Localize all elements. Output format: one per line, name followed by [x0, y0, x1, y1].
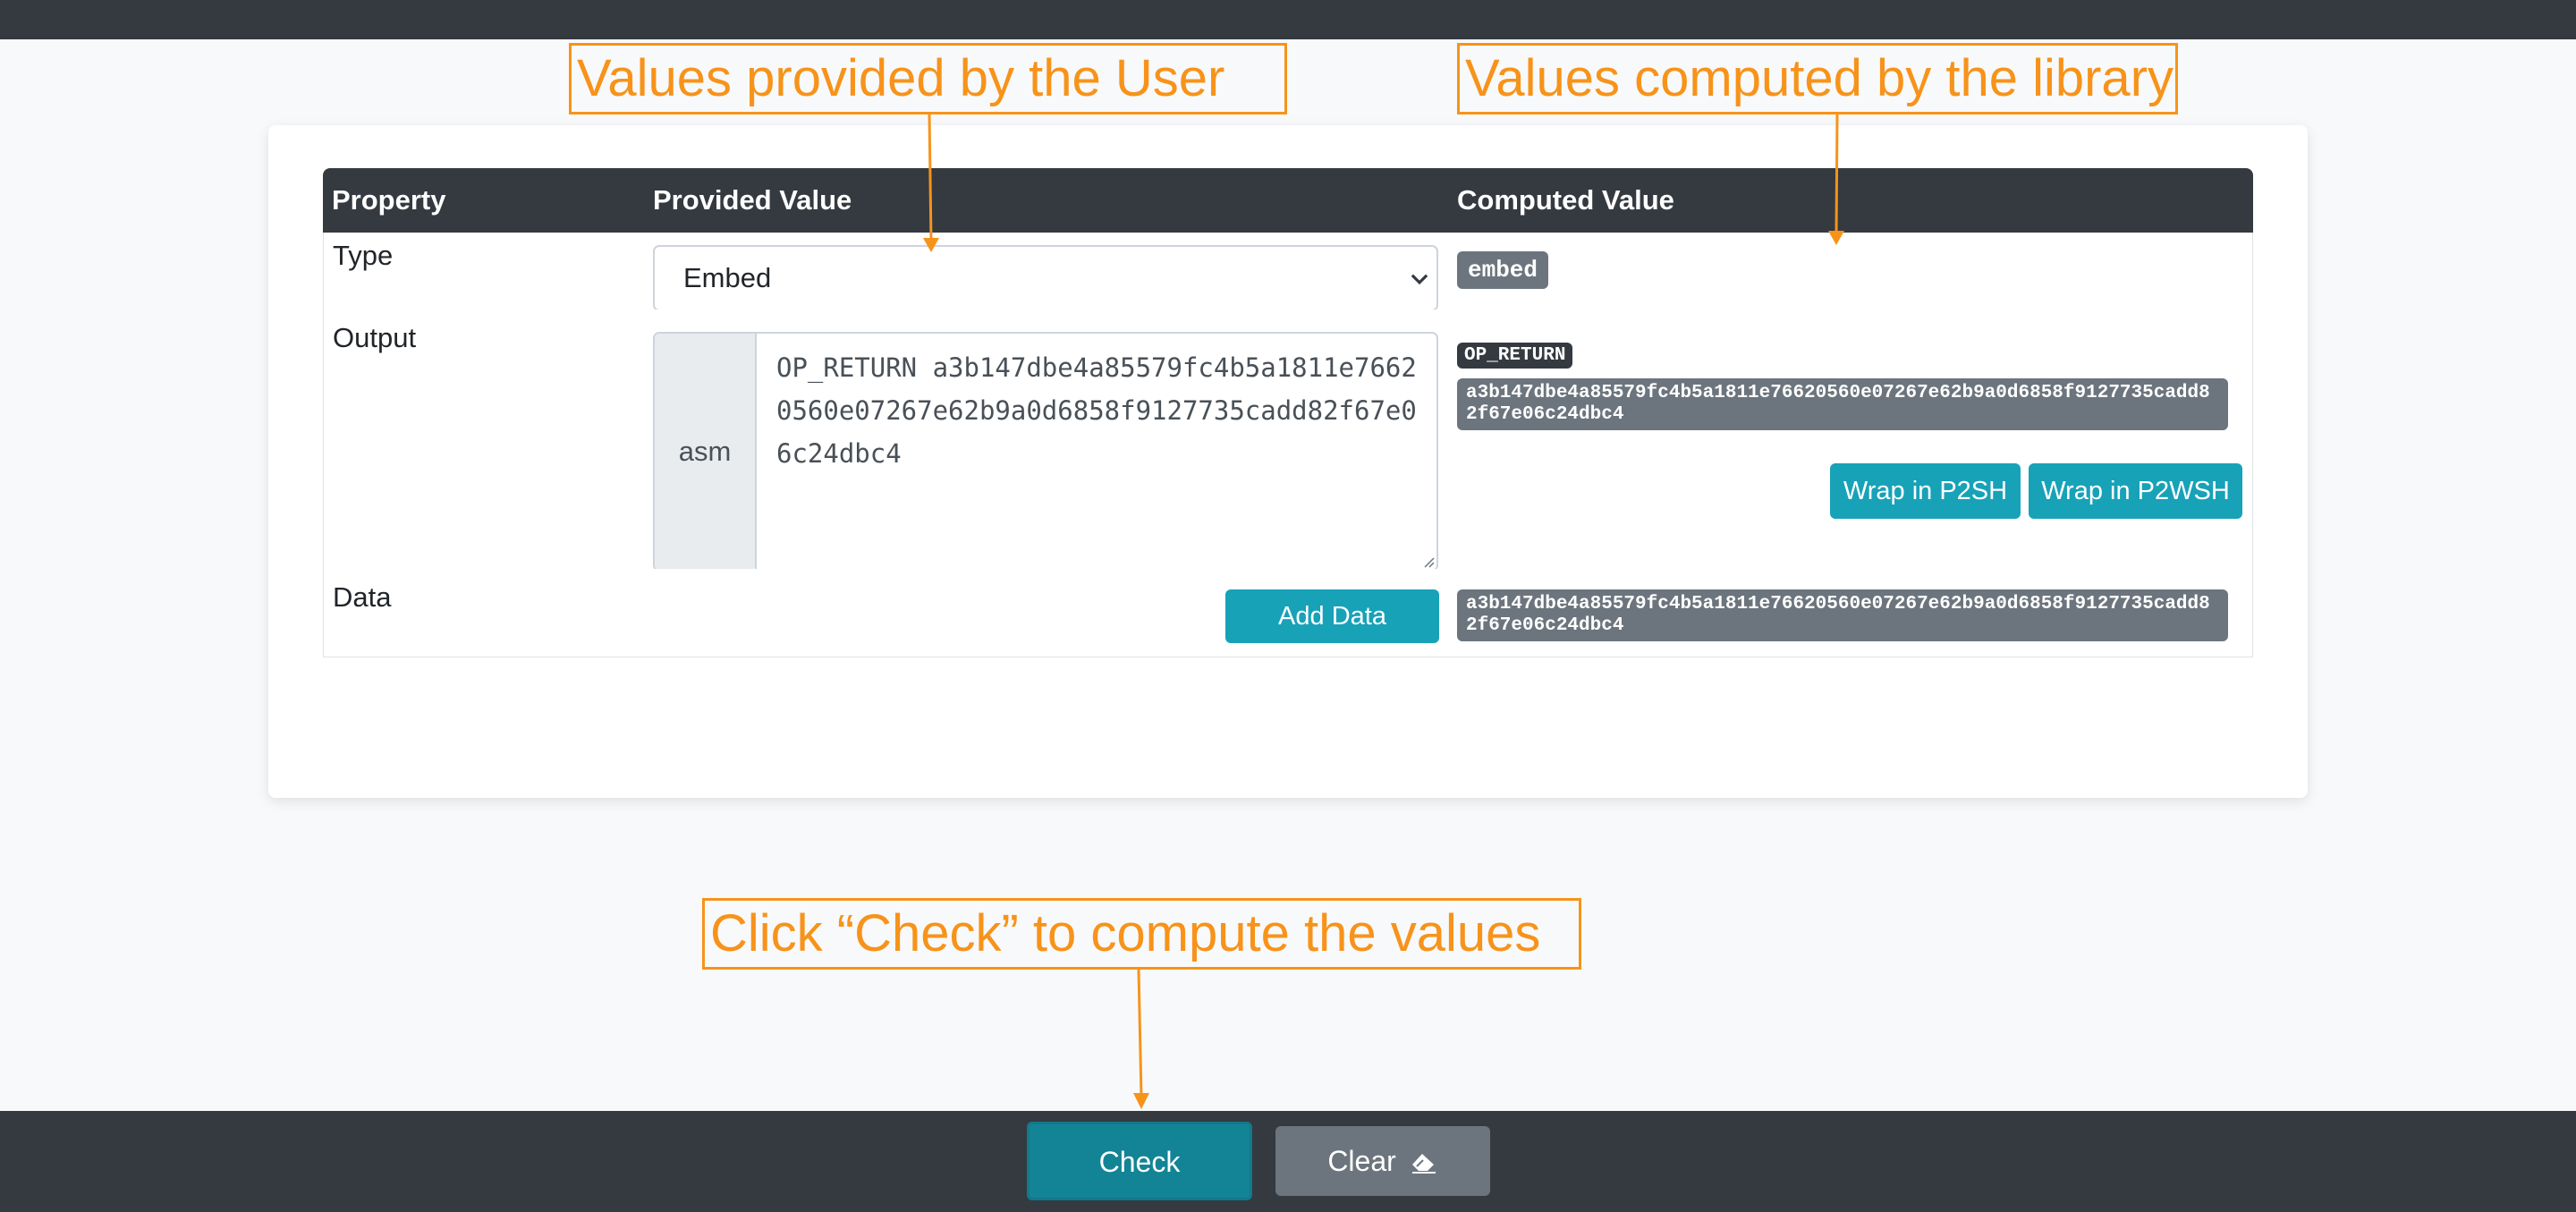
output-script-textarea[interactable]: OP_RETURN a3b147dbe4a85579fc4b5a1811e766… [776, 346, 1420, 561]
annotation-library-values: Values computed by the library [1457, 43, 2178, 114]
properties-table: Property Provided Value Computed Value T… [323, 168, 2253, 669]
data-hex-badge: a3b147dbe4a85579fc4b5a1811e76620560e0726… [1457, 589, 2228, 641]
asm-addon-label: asm [678, 436, 732, 467]
annotation-user-values: Values provided by the User [569, 43, 1287, 114]
top-navbar [0, 0, 2576, 39]
type-select-value: Embed [683, 262, 772, 293]
footer-bar: Check Clear [0, 1111, 2576, 1212]
type-select[interactable]: Embed [653, 245, 1438, 311]
opcode-badge: OP_RETURN [1457, 343, 1573, 369]
add-data-button[interactable]: Add Data [1225, 589, 1439, 643]
check-button[interactable]: Check [1027, 1122, 1252, 1200]
resize-handle-icon[interactable] [1420, 554, 1435, 568]
header-property: Property [332, 184, 446, 216]
eraser-icon [1411, 1154, 1436, 1174]
computed-type-badge: embed [1457, 251, 1549, 289]
type-label: Type [333, 240, 394, 271]
annotation-check-hint: Click “Check” to compute the values [702, 898, 1581, 970]
wrap-p2sh-button[interactable]: Wrap in P2SH [1830, 463, 2021, 519]
wrap-p2wsh-button[interactable]: Wrap in P2WSH [2029, 463, 2242, 519]
header-provided-value: Provided Value [653, 184, 852, 216]
output-hex-badge: a3b147dbe4a85579fc4b5a1811e76620560e0726… [1457, 378, 2228, 430]
table-header: Property Provided Value Computed Value [323, 168, 2253, 233]
header-computed-value: Computed Value [1457, 184, 1674, 216]
data-label: Data [333, 581, 392, 613]
asm-addon: asm [655, 334, 757, 570]
clear-button-label: Clear [1327, 1145, 1396, 1177]
output-label: Output [333, 322, 417, 353]
check-button-label: Check [1098, 1146, 1181, 1178]
output-input-group: asm OP_RETURN a3b147dbe4a85579fc4b5a1811… [653, 332, 1438, 572]
clear-button[interactable]: Clear [1275, 1126, 1490, 1196]
chevron-down-icon [1411, 274, 1428, 285]
